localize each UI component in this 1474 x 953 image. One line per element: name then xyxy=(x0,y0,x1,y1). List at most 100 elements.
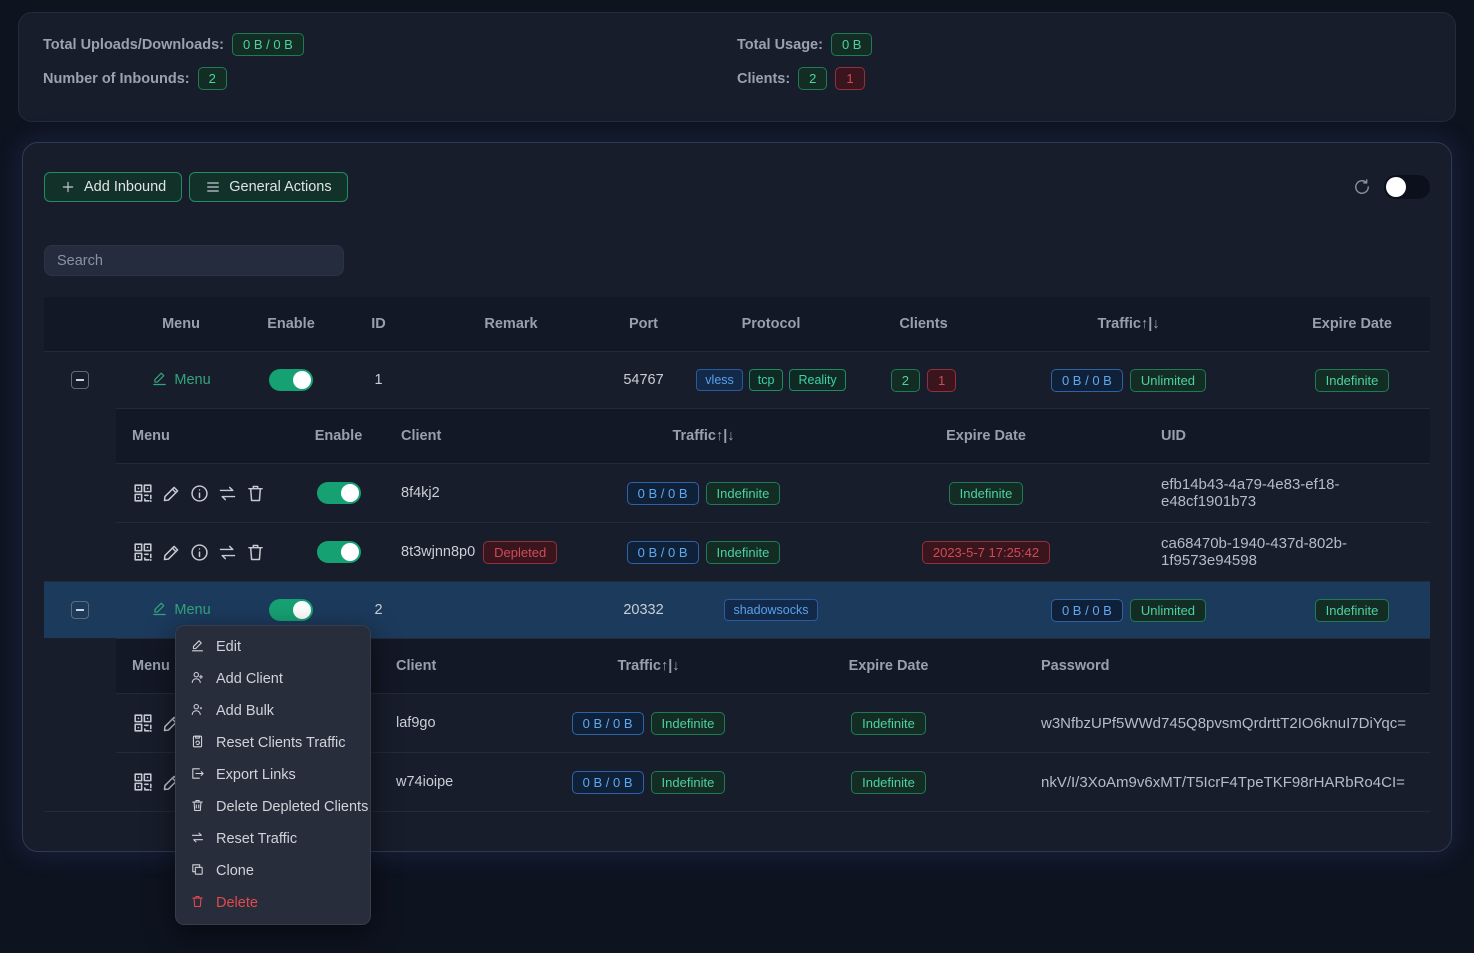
qrcode-icon[interactable] xyxy=(132,482,154,504)
context-menu-item-delete-depleted-clients[interactable]: Delete Depleted Clients xyxy=(176,791,370,823)
clone-icon xyxy=(190,862,205,881)
client-row: 8t3wjnn8p0 Depleted 0 B / 0 B Indefinite… xyxy=(116,522,1430,581)
client-traffic-limit: Indefinite xyxy=(706,482,781,505)
collapse-row-button[interactable] xyxy=(71,601,89,619)
stats-card: Total Uploads/Downloads: 0 B / 0 B Numbe… xyxy=(18,12,1456,122)
client-traffic: 0 B / 0 B xyxy=(627,541,699,564)
header-traffic[interactable]: Traffic↑|↓ xyxy=(991,316,1266,332)
number-of-inbounds-value: 2 xyxy=(198,67,227,90)
add-inbound-button[interactable]: Add Inbound xyxy=(44,172,182,202)
row-menu-label: Menu xyxy=(174,372,210,388)
info-icon[interactable] xyxy=(189,542,210,563)
reset-icon[interactable] xyxy=(217,542,238,563)
reset-icon[interactable] xyxy=(217,483,238,504)
client-row: 8f4kj2 0 B / 0 B Indefinite Indefinite e… xyxy=(116,463,1430,522)
enable-switch[interactable] xyxy=(269,599,313,621)
client-traffic: 0 B / 0 B xyxy=(572,771,644,794)
inbound-traffic: 0 B / 0 B xyxy=(1051,599,1123,622)
export-icon xyxy=(190,766,205,785)
inbound-traffic-limit: Unlimited xyxy=(1130,599,1206,622)
header-protocol: Protocol xyxy=(686,316,856,332)
delete-icon[interactable] xyxy=(245,542,266,563)
inbound-context-menu: Edit Add Client Add Bulk Reset Clients T… xyxy=(175,625,371,925)
header-id: ID xyxy=(336,316,421,332)
clients-subtable-1: Menu Enable Client Traffic↑|↓ Expire Dat… xyxy=(116,408,1430,581)
general-actions-label: General Actions xyxy=(229,179,331,195)
client-expire: Indefinite xyxy=(851,712,926,735)
user-add-icon xyxy=(190,670,205,689)
inbound-expire: Indefinite xyxy=(1315,369,1390,392)
inbound-clients-depleted: 1 xyxy=(927,369,956,392)
client-password: nkV/I/3XoAm9v6xMT/T5IcrF4TpeTKF98rHARbRo… xyxy=(1021,774,1430,791)
client-uid: efb14b43-4a79-4e83-ef18-e48cf1901b73 xyxy=(1141,476,1430,510)
inbound-traffic: 0 B / 0 B xyxy=(1051,369,1123,392)
sub-header-client: Client xyxy=(381,428,576,444)
inbound-expire: Indefinite xyxy=(1315,599,1390,622)
inbound-port: 54767 xyxy=(601,372,686,388)
edit-pencil-icon xyxy=(151,600,168,621)
edit-pencil-icon xyxy=(151,370,168,391)
context-menu-item-add-bulk[interactable]: Add Bulk xyxy=(176,695,370,727)
row-menu-button[interactable]: Menu xyxy=(151,370,210,391)
inbound-row-1: Menu 1 54767 vless tcp Reality 2 1 0 B /… xyxy=(44,351,1430,408)
client-password: w3NfbzUPf5WWd745Q8pvsmQrdrttT2IO6knuI7Di… xyxy=(1021,715,1430,732)
client-expire: Indefinite xyxy=(851,771,926,794)
menu-bars-icon xyxy=(205,179,221,195)
security-tag: Reality xyxy=(789,369,845,391)
protocol-tag: vless xyxy=(696,369,742,391)
clients-label: Clients: xyxy=(737,71,790,87)
client-traffic-limit: Indefinite xyxy=(651,712,726,735)
inbound-id: 1 xyxy=(336,372,421,388)
reset-clients-traffic-icon xyxy=(190,734,205,753)
total-uploads-downloads-value: 0 B / 0 B xyxy=(232,33,304,56)
client-expire: Indefinite xyxy=(949,482,1024,505)
collapse-row-button[interactable] xyxy=(71,371,89,389)
context-menu-item-edit[interactable]: Edit xyxy=(176,631,370,663)
depleted-badge: Depleted xyxy=(483,541,557,564)
sub-header-expire: Expire Date xyxy=(831,428,1141,444)
row-menu-button[interactable]: Menu xyxy=(151,600,210,621)
protocol-tag: shadowsocks xyxy=(724,599,817,621)
total-usage-label: Total Usage: xyxy=(737,37,823,53)
context-menu-item-clone[interactable]: Clone xyxy=(176,855,370,887)
edit-icon[interactable] xyxy=(161,542,182,563)
client-traffic-limit: Indefinite xyxy=(651,771,726,794)
context-menu-item-delete[interactable]: Delete xyxy=(176,887,370,919)
search-input[interactable] xyxy=(44,245,344,276)
client-name: laf9go xyxy=(396,715,436,731)
header-remark: Remark xyxy=(421,316,601,332)
header-menu: Menu xyxy=(116,316,246,332)
total-usage-value: 0 B xyxy=(831,33,873,56)
client-traffic: 0 B / 0 B xyxy=(572,712,644,735)
delete-icon[interactable] xyxy=(245,483,266,504)
qrcode-icon[interactable] xyxy=(132,541,154,563)
inbound-traffic-limit: Unlimited xyxy=(1130,369,1206,392)
context-menu-item-export-links[interactable]: Export Links xyxy=(176,759,370,791)
dark-mode-toggle[interactable] xyxy=(1384,175,1430,199)
context-menu-item-reset-traffic[interactable]: Reset Traffic xyxy=(176,823,370,855)
header-enable: Enable xyxy=(246,316,336,332)
header-clients: Clients xyxy=(856,316,991,332)
sub-header-traffic[interactable]: Traffic↑|↓ xyxy=(576,428,831,444)
client-uid: ca68470b-1940-437d-802b-1f9573e94598 xyxy=(1141,535,1430,569)
table-header-row: Menu Enable ID Remark Port Protocol Clie… xyxy=(44,297,1430,351)
context-menu-item-add-client[interactable]: Add Client xyxy=(176,663,370,695)
client-name: w74ioipe xyxy=(396,774,453,790)
client-enable-switch[interactable] xyxy=(317,482,361,504)
clients-active-count: 2 xyxy=(798,67,827,90)
clients-depleted-count: 1 xyxy=(835,67,864,90)
edit-icon[interactable] xyxy=(161,483,182,504)
sub-header-expire: Expire Date xyxy=(756,658,1021,674)
reset-traffic-icon xyxy=(190,830,205,849)
client-enable-switch[interactable] xyxy=(317,541,361,563)
general-actions-button[interactable]: General Actions xyxy=(189,172,347,202)
plus-icon xyxy=(60,179,76,195)
qrcode-icon[interactable] xyxy=(132,771,154,793)
qrcode-icon[interactable] xyxy=(132,712,154,734)
info-icon[interactable] xyxy=(189,483,210,504)
refresh-icon[interactable] xyxy=(1352,177,1372,197)
header-expire-date: Expire Date xyxy=(1266,316,1438,332)
enable-switch[interactable] xyxy=(269,369,313,391)
context-menu-item-reset-clients-traffic[interactable]: Reset Clients Traffic xyxy=(176,727,370,759)
sub-header-traffic[interactable]: Traffic↑|↓ xyxy=(541,658,756,674)
